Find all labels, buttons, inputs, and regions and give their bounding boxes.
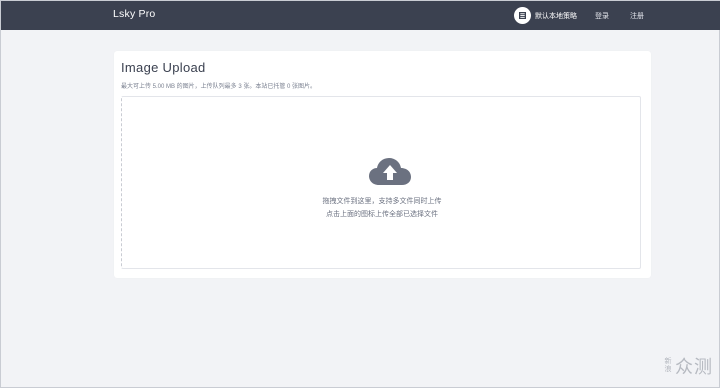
login-link[interactable]: 登录	[595, 11, 609, 21]
storage-strategy-icon	[514, 7, 531, 24]
upload-card: Image Upload 最大可上传 5.00 MB 的图片，上传队列最多 3 …	[114, 51, 651, 278]
upload-limit-info: 最大可上传 5.00 MB 的图片，上传队列最多 3 张。本站已托管 0 张图片…	[121, 84, 317, 90]
cloud-upload-icon[interactable]	[369, 157, 411, 187]
page-title: Image Upload	[121, 60, 206, 75]
upload-dropzone[interactable]: 拖拽文件到这里，支持多文件同时上传 点击上面的图标上传全部已选择文件	[121, 96, 641, 269]
strategy-label: 默认本地策略	[535, 12, 577, 20]
watermark-small: 新浪	[664, 358, 672, 373]
watermark-big: 众测	[675, 357, 713, 377]
register-link[interactable]: 注册	[630, 11, 644, 21]
dropzone-hint-drag: 拖拽文件到这里，支持多文件同时上传	[322, 198, 442, 205]
brand-logo-text[interactable]: Lsky Pro	[113, 8, 155, 20]
dropzone-hint-click: 点击上面的图标上传全部已选择文件	[326, 211, 438, 218]
strategy-selector[interactable]: 默认本地策略	[514, 7, 577, 24]
top-navbar: Lsky Pro 默认本地策略 登录 注册	[1, 1, 720, 30]
watermark: 新浪 众测	[664, 353, 713, 379]
